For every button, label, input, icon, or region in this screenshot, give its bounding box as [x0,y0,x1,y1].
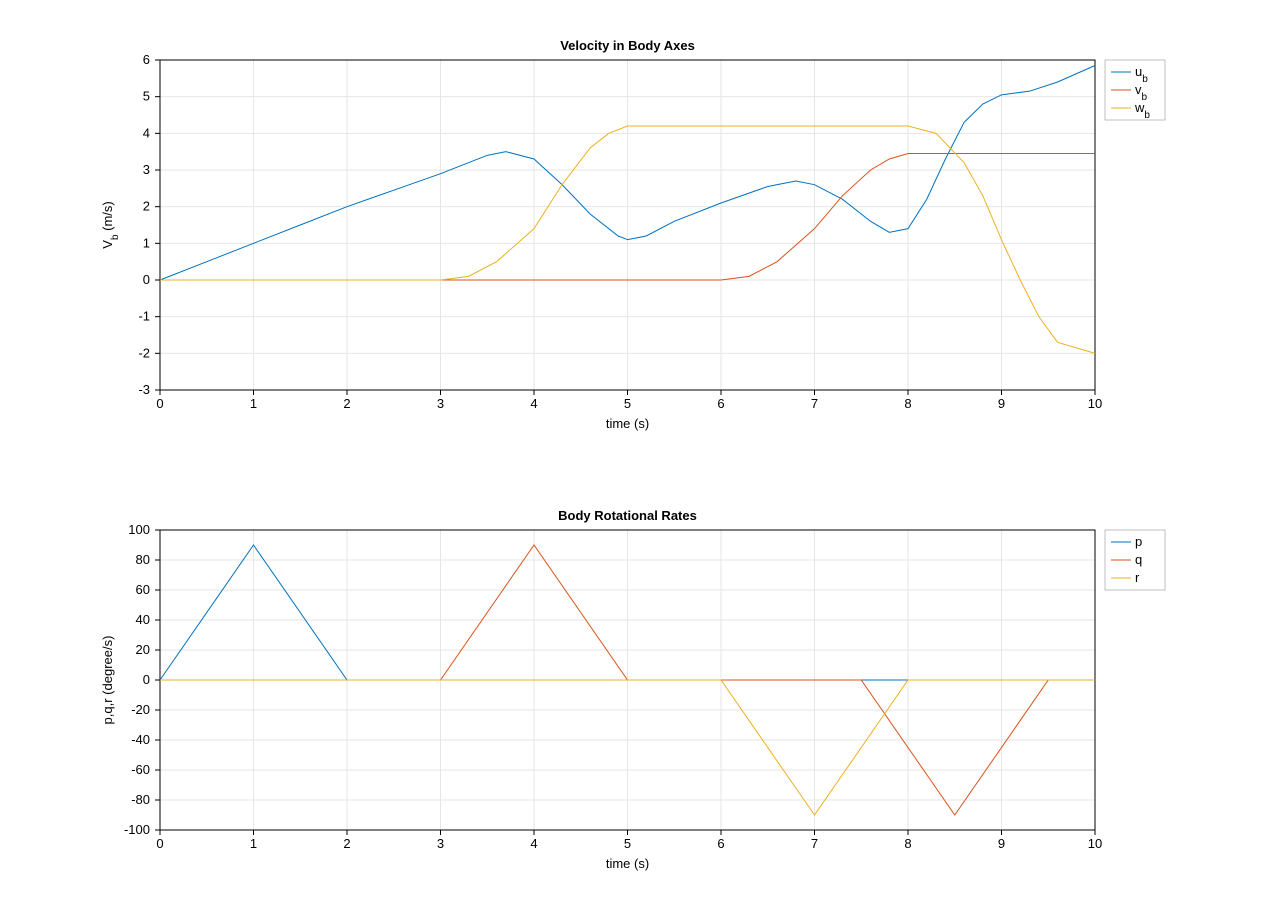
x-tick-label: 4 [530,396,537,411]
y-tick-label: 3 [143,162,150,177]
x-tick-label: 10 [1088,836,1102,851]
x-tick-label: 9 [998,396,1005,411]
x-tick-label: 2 [343,836,350,851]
x-tick-label: 9 [998,836,1005,851]
x-tick-label: 5 [624,396,631,411]
y-tick-label: -40 [131,732,150,747]
x-tick-label: 8 [904,836,911,851]
chart-title: Body Rotational Rates [558,508,697,523]
legend-label: p [1135,534,1142,549]
x-tick-label: 1 [250,396,257,411]
x-tick-label: 0 [156,396,163,411]
x-tick-label: 0 [156,836,163,851]
y-tick-label: -60 [131,762,150,777]
y-tick-label: -1 [138,309,150,324]
y-tick-label: 80 [136,552,150,567]
y-tick-label: 60 [136,582,150,597]
charts-figure: 012345678910-3-2-10123456Velocity in Bod… [0,0,1280,907]
y-tick-label: -3 [138,382,150,397]
legend-label: q [1135,552,1142,567]
y-tick-label: 0 [143,672,150,687]
y-tick-label: 0 [143,272,150,287]
x-tick-label: 3 [437,836,444,851]
x-tick-label: 10 [1088,396,1102,411]
y-tick-label: -80 [131,792,150,807]
y-axis-label: Vb (m/s) [100,201,121,248]
x-tick-label: 7 [811,836,818,851]
legend-label: wb [1134,100,1150,121]
x-tick-label: 6 [717,396,724,411]
x-tick-label: 5 [624,836,631,851]
y-tick-label: 100 [128,522,150,537]
y-tick-label: -20 [131,702,150,717]
x-tick-label: 2 [343,396,350,411]
x-tick-label: 6 [717,836,724,851]
y-tick-label: 40 [136,612,150,627]
y-axis-label: p,q,r (degree/s) [100,636,115,725]
x-axis-label: time (s) [606,416,649,431]
y-tick-label: 4 [143,125,150,140]
y-tick-label: -100 [124,822,150,837]
x-tick-label: 8 [904,396,911,411]
chart-title: Velocity in Body Axes [560,38,695,53]
y-tick-label: 6 [143,52,150,67]
y-tick-label: -2 [138,345,150,360]
x-tick-label: 1 [250,836,257,851]
y-tick-label: 5 [143,89,150,104]
y-tick-label: 2 [143,199,150,214]
y-tick-label: 1 [143,235,150,250]
y-tick-label: 20 [136,642,150,657]
x-tick-label: 4 [530,836,537,851]
x-axis-label: time (s) [606,856,649,871]
x-tick-label: 3 [437,396,444,411]
x-tick-label: 7 [811,396,818,411]
legend-label: r [1135,570,1140,585]
